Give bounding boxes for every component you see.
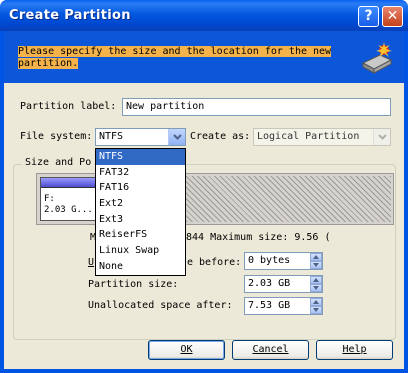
create-as-dropdown-button[interactable] [373,129,390,145]
dropdown-option[interactable]: FAT32 [96,165,185,181]
file-system-select[interactable]: NTFS [95,128,186,146]
dropdown-option[interactable]: Ext2 [96,196,185,212]
dialog-window: Create Partition ? ✕ Please specify the … [0,0,408,373]
disk-wizard-icon [361,42,393,74]
size-position-title: Size and Po [22,157,95,168]
unalloc-before-spinner[interactable] [310,253,322,269]
partition-bar [41,178,103,188]
file-system-value: NTFS [99,131,124,142]
partition-size-input[interactable]: 2.03 GB [244,275,323,293]
spin-down-icon[interactable] [310,261,322,269]
spin-down-icon[interactable] [310,284,322,292]
spin-up-icon[interactable] [310,253,322,261]
minmax-info: 844 Maximum size: 9.56 ( [186,232,331,243]
spin-up-icon[interactable] [310,298,322,306]
dropdown-option[interactable]: NTFS [96,149,185,165]
partition-size-value: 2.03 GB [248,278,291,289]
window-title: Create Partition [9,8,131,23]
partition-label-input[interactable]: New partition [122,98,391,116]
chevron-down-icon [377,134,387,140]
create-as-select[interactable]: Logical Partition [253,128,391,146]
dropdown-option[interactable]: ReiserFS [96,227,185,243]
unalloc-before-caption: e before: [187,257,242,268]
title-help-button[interactable]: ? [358,6,379,27]
spin-down-icon[interactable] [310,306,322,314]
create-as-value: Logical Partition [257,131,360,142]
dialog-client: Please specify the size and the location… [4,31,404,369]
partition-letter: F: [44,194,55,204]
close-button[interactable]: ✕ [382,6,403,27]
disk-map[interactable]: F: 2.03 G... [36,173,394,225]
help-button[interactable]: Help [316,340,393,360]
file-system-caption: File system: [20,131,93,142]
spin-up-icon[interactable] [310,276,322,284]
partition-label-caption: Partition label: [20,101,117,112]
unalloc-before-value: 0 bytes [248,255,291,266]
dropdown-option[interactable]: FAT16 [96,180,185,196]
unalloc-after-spinner[interactable] [310,298,322,314]
partition-size-spinner[interactable] [310,276,322,292]
unalloc-after-value: 7.53 GB [248,300,291,311]
title-bar[interactable]: Create Partition ? ✕ [0,0,408,31]
ok-button[interactable]: OK [148,340,225,360]
unalloc-before-input[interactable]: 0 bytes [244,252,323,270]
dropdown-option[interactable]: None [96,259,185,275]
partition-size-short: 2.03 G... [44,205,93,215]
file-system-dropdown-button[interactable] [168,129,185,145]
dropdown-option[interactable]: Ext3 [96,212,185,228]
unalloc-before-caption-start: U [88,257,95,268]
unalloc-after-caption: Unallocated space after: [88,300,233,311]
create-as-caption: Create as: [190,131,251,142]
banner-text: Please specify the size and the location… [18,46,332,69]
partition-size-caption: Partition size: [88,279,179,290]
instruction-banner: Please specify the size and the location… [4,31,404,83]
dropdown-option[interactable]: Linux Swap [96,243,185,259]
file-system-dropdown-list[interactable]: NTFS FAT32 FAT16 Ext2 Ext3 ReiserFS Linu… [95,148,186,276]
chevron-down-icon [172,134,182,140]
cancel-button[interactable]: Cancel [232,340,309,360]
unalloc-after-input[interactable]: 7.53 GB [244,297,323,315]
